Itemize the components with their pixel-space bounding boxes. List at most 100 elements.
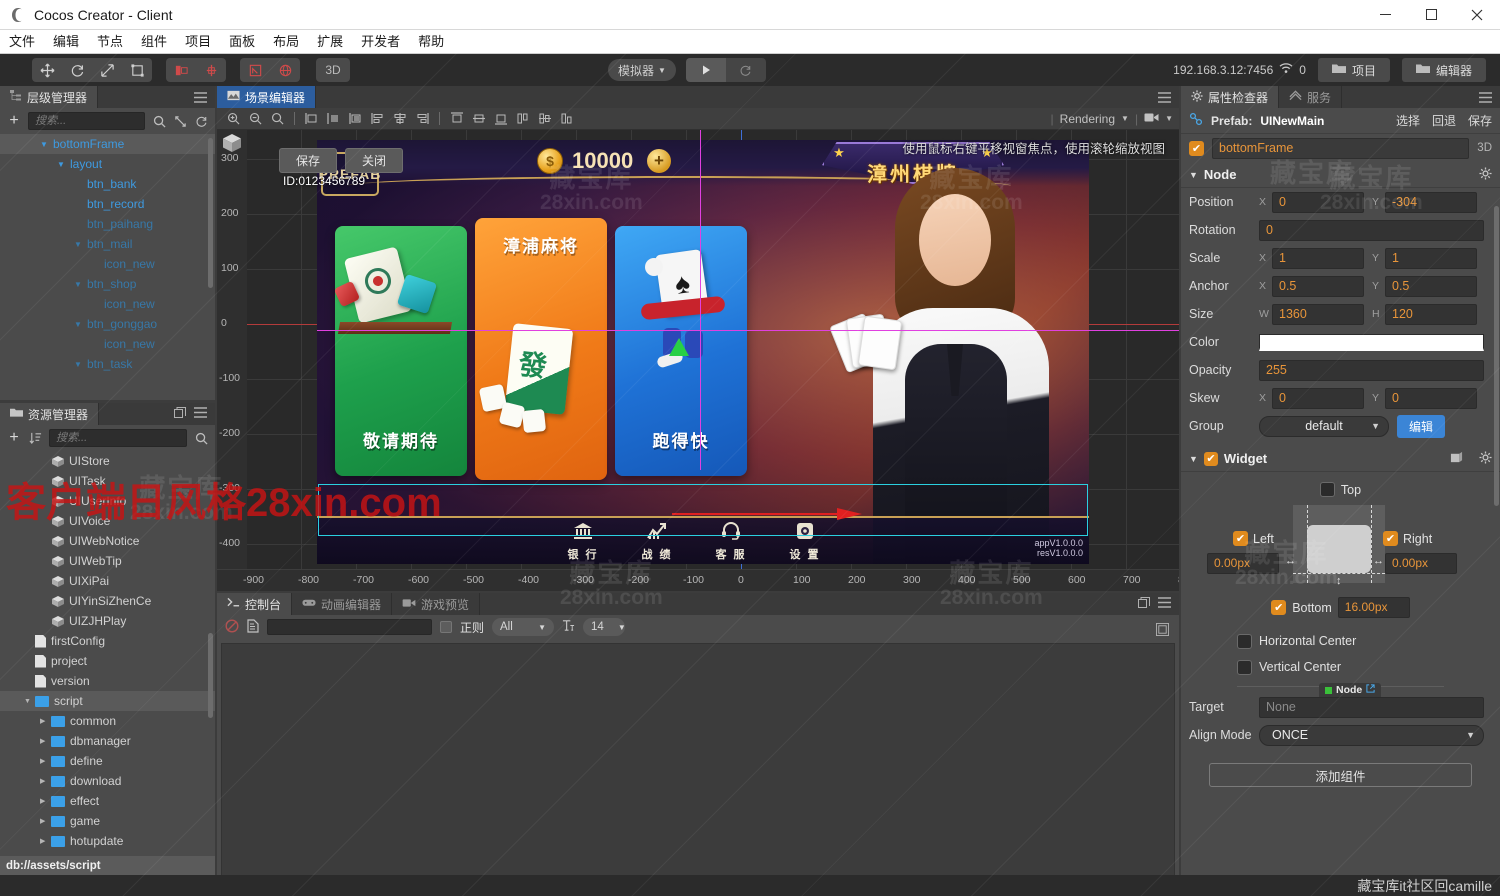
- widget-right-checkbox[interactable]: ✔: [1383, 531, 1398, 546]
- chevron-right-icon[interactable]: ▶: [40, 717, 49, 725]
- assets-search-input[interactable]: 搜索...: [49, 429, 187, 447]
- hierarchy-node-btn_gonggao[interactable]: ▼ btn_gonggao: [0, 314, 215, 334]
- console-log-area[interactable]: [221, 643, 1175, 890]
- chevron-down-icon[interactable]: ▼: [1121, 114, 1129, 123]
- target-input[interactable]: None: [1259, 696, 1484, 718]
- size-w-input[interactable]: 1360: [1272, 303, 1364, 325]
- chevron-down-icon[interactable]: ▼: [57, 160, 67, 169]
- rendering-label[interactable]: Rendering: [1060, 112, 1115, 126]
- console-filter-input[interactable]: [267, 619, 432, 635]
- tab-animation-editor[interactable]: 动画编辑器: [292, 593, 393, 615]
- hierarchy-node-btn_bank[interactable]: ▼btn_bank: [0, 174, 215, 194]
- asset-item-firstConfig[interactable]: firstConfig: [0, 631, 215, 651]
- node-name-input[interactable]: bottomFrame: [1212, 137, 1470, 159]
- zoom-fit-icon[interactable]: [267, 110, 287, 128]
- widget-right-input[interactable]: 0.00px: [1385, 553, 1457, 574]
- menu-item-file[interactable]: 文件: [0, 30, 44, 54]
- asset-item-UIXiPai[interactable]: UIXiPai: [0, 571, 215, 591]
- align-vcenter-icon[interactable]: [469, 110, 489, 128]
- scale-x-input[interactable]: 1: [1272, 247, 1364, 269]
- close-button[interactable]: [1454, 0, 1500, 30]
- chevron-right-icon[interactable]: ▶: [40, 777, 49, 785]
- console-menu-button[interactable]: [1158, 597, 1171, 611]
- hierarchy-node-btn_task[interactable]: ▼ btn_task: [0, 354, 215, 374]
- asset-item-UIZJHPlay[interactable]: UIZJHPlay: [0, 611, 215, 631]
- asset-item-UIUserInfo[interactable]: UIUserInfo: [0, 491, 215, 511]
- search-icon[interactable]: [152, 115, 166, 128]
- asset-item-define[interactable]: ▶ define: [0, 751, 215, 771]
- hierarchy-node-btn_mail[interactable]: ▼ btn_mail: [0, 234, 215, 254]
- distribute-vcenter-icon[interactable]: [535, 110, 555, 128]
- assets-menu-button[interactable]: [194, 407, 207, 421]
- chevron-down-icon[interactable]: ▼: [74, 360, 84, 369]
- prefab-close-button[interactable]: 关闭: [345, 148, 404, 173]
- dimension-toggle[interactable]: 3D: [316, 58, 350, 82]
- open-editor-button[interactable]: 编辑器: [1401, 58, 1486, 82]
- play-button[interactable]: [685, 58, 726, 82]
- sort-icon[interactable]: [28, 432, 42, 445]
- chevron-down-icon[interactable]: ▼: [74, 320, 84, 329]
- align-mode-dropdown[interactable]: ONCE ▼: [1259, 724, 1484, 746]
- distribute-right-icon[interactable]: [412, 110, 432, 128]
- asset-item-script[interactable]: ▼ script: [0, 691, 215, 711]
- chevron-down-icon[interactable]: ▼: [1189, 170, 1198, 180]
- camera-icon[interactable]: [1144, 112, 1159, 126]
- chevron-down-icon[interactable]: ▼: [74, 280, 84, 289]
- regex-checkbox[interactable]: [440, 621, 452, 633]
- external-link-icon[interactable]: [1366, 684, 1375, 696]
- vertical-center-checkbox[interactable]: [1237, 659, 1252, 675]
- asset-item-UIWebNotice[interactable]: UIWebNotice: [0, 531, 215, 551]
- asset-item-UITask[interactable]: UITask: [0, 471, 215, 491]
- expand-icon[interactable]: [173, 115, 187, 128]
- anchor-x-input[interactable]: 0.5: [1272, 275, 1364, 297]
- tab-hierarchy[interactable]: 层级管理器: [0, 86, 99, 108]
- menu-item-layout[interactable]: 布局: [264, 30, 308, 54]
- scene-viewport[interactable]: $ 10000 + ★ ★ 漳州棋牌 敬请期待 漳浦麻将 發 ♠ 跑得快 银 行…: [217, 130, 1179, 591]
- gear-icon[interactable]: [1479, 166, 1492, 183]
- node-section-header[interactable]: ▼ Node: [1181, 162, 1500, 188]
- rotate-tool-icon[interactable]: [62, 58, 92, 82]
- add-coin-button[interactable]: +: [647, 149, 671, 173]
- scene-menu-button[interactable]: [1150, 86, 1179, 108]
- hierarchy-node-btn_paihang[interactable]: ▼btn_paihang: [0, 214, 215, 234]
- skew-y-input[interactable]: 0: [1385, 387, 1477, 409]
- chevron-down-icon[interactable]: ▼: [74, 240, 84, 249]
- asset-item-version[interactable]: version: [0, 671, 215, 691]
- refresh-icon[interactable]: [194, 115, 208, 128]
- asset-item-common[interactable]: ▶ common: [0, 711, 215, 731]
- align-hcenter-icon[interactable]: [324, 110, 344, 128]
- console-expand-button[interactable]: [1156, 623, 1169, 639]
- distribute-hcenter-icon[interactable]: [390, 110, 410, 128]
- align-right-icon[interactable]: [346, 110, 366, 128]
- asset-item-hotupdate[interactable]: ▶ hotupdate: [0, 831, 215, 851]
- inspector-menu-button[interactable]: [1471, 86, 1500, 108]
- distribute-top-icon[interactable]: [513, 110, 533, 128]
- add-asset-button[interactable]: +: [7, 429, 21, 447]
- group-edit-button[interactable]: 编辑: [1397, 414, 1446, 438]
- asset-item-UIStore[interactable]: UIStore: [0, 451, 215, 471]
- anchor-y-input[interactable]: 0.5: [1385, 275, 1477, 297]
- hierarchy-node-icon_new[interactable]: ▼icon_new: [0, 254, 215, 274]
- tab-scene-editor[interactable]: 场景编辑器: [217, 86, 317, 108]
- skew-x-input[interactable]: 0: [1272, 387, 1364, 409]
- asset-item-effect[interactable]: ▶ effect: [0, 791, 215, 811]
- game-card-green[interactable]: 敬请期待: [335, 226, 467, 476]
- pivot-tool-icon[interactable]: [166, 58, 196, 82]
- hierarchy-search-input[interactable]: 搜索...: [28, 112, 145, 130]
- asset-item-download[interactable]: ▶ download: [0, 771, 215, 791]
- group-dropdown[interactable]: default ▼: [1259, 415, 1389, 437]
- dock-icon[interactable]: [174, 407, 186, 421]
- rect-tool-icon[interactable]: [122, 58, 152, 82]
- log-level-dropdown[interactable]: All ▼: [492, 618, 555, 636]
- chevron-down-icon[interactable]: ▼: [40, 140, 50, 149]
- inspector-scrollbar[interactable]: [1494, 206, 1499, 506]
- hierarchy-node-bottomFrame[interactable]: ▼ bottomFrame: [0, 134, 215, 154]
- open-project-button[interactable]: 项目: [1317, 58, 1390, 82]
- local-coord-icon[interactable]: [240, 58, 270, 82]
- hierarchy-node-layout[interactable]: ▼ layout: [0, 154, 215, 174]
- hierarchy-node-btn_shop[interactable]: ▼ btn_shop: [0, 274, 215, 294]
- hierarchy-scrollbar[interactable]: [208, 138, 213, 288]
- node-enabled-checkbox[interactable]: ✔: [1189, 140, 1204, 156]
- widget-section-header[interactable]: ▼ ✔ Widget: [1181, 446, 1500, 472]
- align-top-icon[interactable]: [447, 110, 467, 128]
